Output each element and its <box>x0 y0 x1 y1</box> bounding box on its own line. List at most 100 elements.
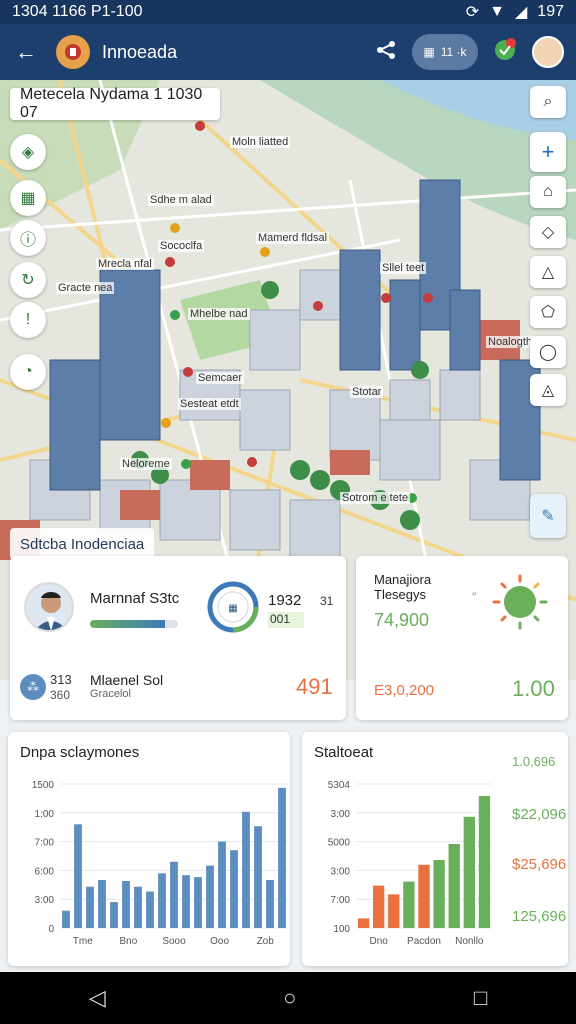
bar <box>182 875 190 928</box>
bar <box>134 886 142 928</box>
marker-icon[interactable]: ◬ <box>530 374 566 406</box>
sparkle-icon: ″ <box>472 590 477 604</box>
zoom-in-icon[interactable]: + <box>530 132 566 172</box>
home-icon[interactable]: ○ <box>283 985 296 1011</box>
y-tick-label: 100 <box>333 924 350 935</box>
gauge-sub: 001 <box>268 612 304 628</box>
search-icon[interactable]: ⌕ <box>530 86 566 118</box>
calendar-icon: ▦ <box>423 45 435 59</box>
chat-icon[interactable]: ⁂ <box>20 674 46 700</box>
location-alert-icon[interactable] <box>492 37 518 68</box>
app-bar: ← Innoeada ▦ 11 ·k <box>0 24 576 80</box>
share-icon[interactable] <box>374 38 398 67</box>
sync-icon: ⟳ <box>465 4 480 21</box>
refresh-icon[interactable]: ↻ <box>10 262 46 298</box>
x-tick-label: Bno <box>120 936 138 947</box>
bar <box>403 881 415 928</box>
user-name: Marnnaf S3tc <box>90 590 180 607</box>
bar <box>266 880 274 928</box>
y-tick-label: 1:00 <box>35 809 55 820</box>
user-progress-bar <box>90 620 178 628</box>
user-avatar <box>24 582 74 632</box>
pen-icon[interactable]: ✎ <box>530 494 566 538</box>
back-icon[interactable]: ◁ <box>89 985 106 1011</box>
map-label: Mamerd fldsal <box>256 232 330 244</box>
pin-outline-icon[interactable]: ◯ <box>530 336 566 368</box>
x-tick-label: Ooo <box>210 936 229 947</box>
y-tick-label: 1500 <box>32 780 55 791</box>
bar <box>478 796 491 928</box>
map-label: Mrecla nfal <box>96 258 154 270</box>
y-tick-label: 5000 <box>328 838 351 849</box>
system-nav-bar: ◁ ○ □ <box>0 972 576 1024</box>
map-label: Stotar <box>350 386 384 398</box>
bar <box>170 861 178 928</box>
management-value: 74,900 <box>374 610 430 630</box>
stat-sub: Gracelol <box>90 688 131 700</box>
bar <box>242 811 250 928</box>
triangle-icon[interactable]: △ <box>530 256 566 288</box>
big-value: 491 <box>296 674 333 699</box>
y-tick-label: 5304 <box>328 780 351 791</box>
map-label: Sesteat etdt <box>178 398 241 410</box>
x-tick-label: Nonllo <box>455 936 484 947</box>
y-tick-label: 3:00 <box>331 809 351 820</box>
management-ratio: 1.00 <box>512 676 555 701</box>
map-label: Sotrom e tete <box>340 492 411 504</box>
y-tick-label: 3:00 <box>35 895 55 906</box>
y-tick-label: 7:00 <box>331 895 351 906</box>
bar <box>74 824 82 928</box>
map-search-title[interactable]: Metecela Nydama 1 1030 07 <box>10 86 220 121</box>
bar <box>433 860 445 928</box>
bar <box>86 886 94 928</box>
calendar-icon[interactable]: ▦ <box>10 180 46 216</box>
stat-a: 313 <box>50 672 72 687</box>
alert-icon[interactable]: ! <box>10 302 46 338</box>
gauge-value: 1932 <box>268 592 302 609</box>
stat-label: Mlaenel Sol <box>90 672 164 688</box>
map-label: Semcaer <box>196 372 245 384</box>
side-value: 1.0,696 <box>512 754 556 769</box>
map-label: Mhelbe nad <box>188 308 250 320</box>
right-chart-card: Staltoeat 5304 3:00 5000 3:00 7:00 100 Dno Pacd… <box>302 732 568 966</box>
side-value: $22,096 <box>512 806 567 823</box>
map-label: Neloreme <box>120 458 172 470</box>
calendar-pill-button[interactable]: ▦ 11 ·k <box>412 34 478 70</box>
sun-icon <box>490 572 550 632</box>
wifi-icon: ▼ <box>489 3 505 20</box>
shape-icon[interactable]: ⬠ <box>530 296 566 328</box>
bar <box>110 902 118 928</box>
compass-icon[interactable]: ◔ <box>10 354 46 390</box>
map-label: Moln liatted <box>230 136 291 148</box>
back-arrow-icon[interactable]: ← <box>12 38 40 66</box>
side-value: $25,696 <box>512 856 567 873</box>
map-label: Noalogth <box>486 336 535 348</box>
signal-icon: ◢ <box>514 4 528 21</box>
layers-icon[interactable]: ◈ <box>10 134 46 170</box>
x-tick-label: Zob <box>257 936 275 947</box>
recents-icon[interactable]: □ <box>474 985 487 1011</box>
info-icon[interactable]: ⓘ <box>10 220 46 256</box>
profile-avatar[interactable] <box>532 36 564 68</box>
management-money: E3,0,200 <box>374 682 435 699</box>
left-chart-card: Dnpa sclaymones 1500 1:00 7:00 6:00 3:00 0 Tme… <box>8 732 290 966</box>
x-tick-label: Tme <box>73 936 93 947</box>
bar <box>448 844 460 928</box>
bar <box>194 877 202 928</box>
bar <box>373 885 385 928</box>
map-label: Gracte nea <box>56 282 115 294</box>
gauge-side: 31 <box>320 594 334 608</box>
status-time: 1304 1166 P1-100 <box>12 3 143 20</box>
status-bar: 1304 1166 P1-100 ⟳ ▼ ◢ 197 <box>0 0 576 24</box>
home-icon[interactable]: ⌂ <box>530 176 566 208</box>
y-tick-label: 6:00 <box>35 866 55 877</box>
side-value: 125,696 <box>512 908 567 925</box>
app-logo <box>56 35 90 69</box>
bar <box>388 894 400 928</box>
management-card: Manajiora Tlesegys 74,900 ″ E3,0,200 1.0… <box>356 556 568 720</box>
bar <box>218 841 226 928</box>
user-summary-card: Marnnaf S3tc ▦ 1932 31 001 ⁂ 313 360 Mla… <box>10 556 346 720</box>
bar <box>278 787 286 928</box>
diamond-icon[interactable]: ◇ <box>530 216 566 248</box>
user-progress-fill <box>90 620 165 628</box>
